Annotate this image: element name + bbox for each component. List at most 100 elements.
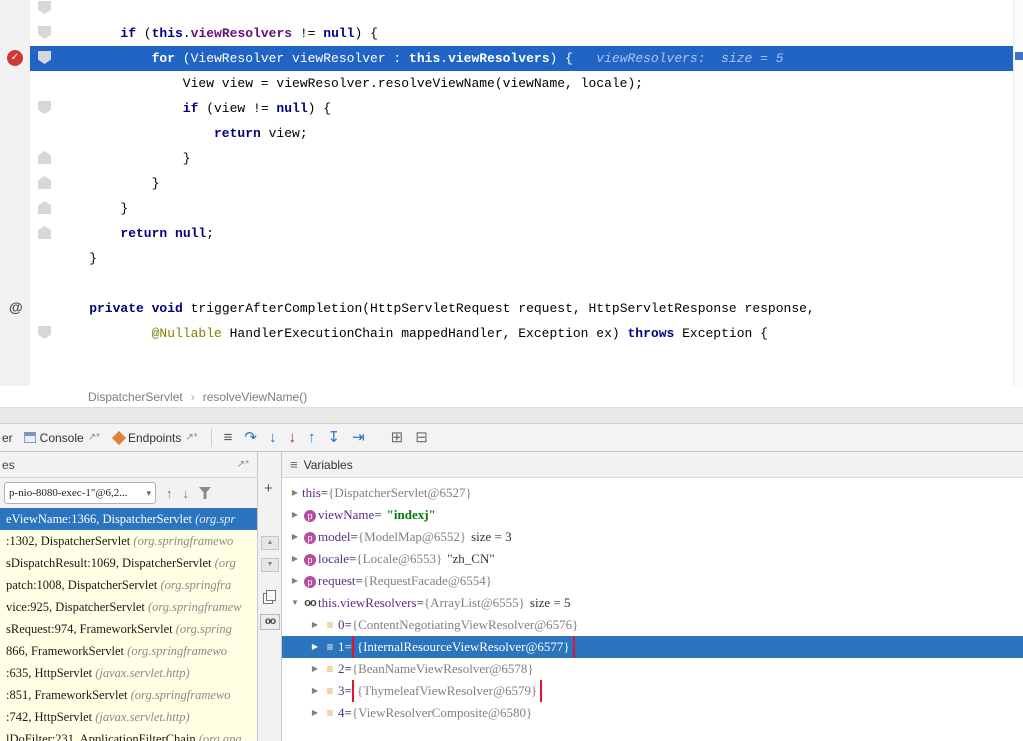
code-line-6[interactable]: }	[30, 146, 1013, 171]
editor-scrollbar[interactable]	[1013, 0, 1023, 386]
chevron-expanded-icon[interactable]: ▼	[288, 592, 302, 614]
variable-row[interactable]: ▶this = {DispatcherServlet@6527}	[282, 482, 1023, 504]
menu-icon[interactable]: ≡	[290, 457, 298, 472]
stack-frame-row[interactable]: lDoFilter:231, ApplicationFilterChain (o…	[0, 728, 257, 741]
variable-name: viewName	[318, 504, 374, 526]
code-scroll-area[interactable]: if (this.viewResolvers != null) {for (Vi…	[30, 0, 1013, 386]
variable-row[interactable]: ▶≡3 = {ThymeleafViewResolver@6579}	[282, 680, 1023, 702]
stack-frame-row[interactable]: patch:1008, DispatcherServlet (org.sprin…	[0, 574, 257, 596]
code-line-4[interactable]: if (view != null) {	[30, 96, 1013, 121]
code-line-7[interactable]: }	[30, 171, 1013, 196]
tab-endpoints[interactable]: Endpoints ↗*	[107, 424, 205, 451]
code-line-13[interactable]: @Nullable HandlerExecutionChain mappedHa…	[30, 321, 1013, 346]
chevron-collapsed-icon[interactable]: ▶	[308, 636, 322, 658]
chevron-collapsed-icon[interactable]: ▶	[308, 614, 322, 636]
stack-frame-row[interactable]: :851, FrameworkServlet (org.springframew…	[0, 684, 257, 706]
breakpoint-controls: ⊞⊟	[385, 430, 434, 445]
code-line-10[interactable]: }	[30, 246, 1013, 271]
stack-frame-row[interactable]: 866, FrameworkServlet (org.springframewo	[0, 640, 257, 662]
chevron-collapsed-icon[interactable]: ▶	[288, 570, 302, 592]
variable-value: {BeanNameViewResolver@6578}	[352, 658, 534, 680]
force-step-into-icon[interactable]: ↓	[288, 430, 296, 445]
code-line-9[interactable]: return null;	[30, 221, 1013, 246]
code-line-11[interactable]	[30, 271, 1013, 296]
stack-frame-row[interactable]: vice:925, DispatcherServlet (org.springf…	[0, 596, 257, 618]
step-out-icon[interactable]: ↑	[308, 430, 316, 445]
code-line-8[interactable]: }	[30, 196, 1013, 221]
code-line-2[interactable]: for (ViewResolver viewResolver : this.vi…	[30, 46, 1013, 71]
chevron-collapsed-icon[interactable]: ▶	[308, 702, 322, 724]
variable-extra-value: "zh_CN"	[447, 548, 494, 570]
stack-frame-row[interactable]: eViewName:1366, DispatcherServlet (org.s…	[0, 508, 257, 530]
thread-dropdown[interactable]: p-nio-8080-exec-1"@6,2... ▾	[4, 482, 156, 504]
frames-panel: es ↗* p-nio-8080-exec-1"@6,2... ▾ ↑ ↓ eV…	[0, 452, 258, 741]
scroll-down-icon[interactable]: ▼	[261, 558, 279, 572]
variable-name: model	[318, 526, 351, 548]
inline-watches-icon[interactable]: oo	[260, 614, 280, 630]
code-line-3[interactable]: View view = viewResolver.resolveViewName…	[30, 71, 1013, 96]
copy-stack-icon[interactable]	[263, 590, 276, 603]
menu-icon[interactable]: ≡	[224, 430, 233, 445]
chevron-collapsed-icon[interactable]: ▶	[288, 504, 302, 526]
frames-panel-header: es ↗*	[0, 452, 257, 478]
chevron-collapsed-icon[interactable]: ▶	[308, 658, 322, 680]
variable-row[interactable]: ▶pviewName = "indexj"	[282, 504, 1023, 526]
variable-extra-value: size = 3	[471, 526, 512, 548]
mute-breakpoints-icon[interactable]: ⊟	[415, 430, 428, 445]
variable-row[interactable]: ▶plocale = {Locale@6553}"zh_CN"	[282, 548, 1023, 570]
variable-value: {ArrayList@6555}	[424, 592, 525, 614]
previous-frame-icon[interactable]: ↑	[166, 486, 173, 501]
pin-icon[interactable]: ↗*	[237, 459, 249, 470]
filter-icon[interactable]	[199, 487, 211, 499]
chevron-collapsed-icon[interactable]: ▶	[308, 680, 322, 702]
thread-toolbar: p-nio-8080-exec-1"@6,2... ▾ ↑ ↓	[0, 478, 257, 508]
variable-value-annotated: {ThymeleafViewResolver@6579}	[352, 680, 542, 702]
code-line-5[interactable]: return view;	[30, 121, 1013, 146]
variable-row[interactable]: ▶≡4 = {ViewResolverComposite@6580}	[282, 702, 1023, 724]
variable-extra-value: "indexj"	[387, 504, 436, 526]
tab-jump-arrow-icon[interactable]: ↗*	[88, 432, 100, 443]
code-area[interactable]: if (this.viewResolvers != null) {for (Vi…	[30, 0, 1013, 386]
variable-row[interactable]: ▶prequest = {RequestFacade@6554}	[282, 570, 1023, 592]
breadcrumb-class[interactable]: DispatcherServlet	[88, 390, 183, 404]
stack-frame-row[interactable]: sDispatchResult:1069, DispatcherServlet …	[0, 552, 257, 574]
tab-console[interactable]: Console ↗*	[17, 424, 107, 451]
variable-row[interactable]: ▶≡1 = {InternalResourceViewResolver@6577…	[282, 636, 1023, 658]
run-to-cursor-icon[interactable]: ⇥	[352, 430, 365, 445]
stack-frame-row[interactable]: :742, HttpServlet (javax.servlet.http)	[0, 706, 257, 728]
code-line-12[interactable]: private void triggerAfterCompletion(Http…	[30, 296, 1013, 321]
variable-value: {DispatcherServlet@6527}	[328, 482, 472, 504]
gutter-bookmark-icon[interactable]	[38, 1, 51, 14]
variable-name: this	[302, 482, 321, 504]
chevron-collapsed-icon[interactable]: ▶	[288, 482, 302, 504]
array-element-icon: ≡	[322, 702, 338, 724]
chevron-collapsed-icon[interactable]: ▶	[288, 548, 302, 570]
breadcrumb: DispatcherServlet›resolveViewName()	[0, 386, 1023, 408]
variable-row[interactable]: ▼oothis.viewResolvers = {ArrayList@6555}…	[282, 592, 1023, 614]
bookmark-mnemonic-icon[interactable]: @	[9, 299, 23, 315]
code-line-1[interactable]: if (this.viewResolvers != null) {	[30, 21, 1013, 46]
variable-row[interactable]: ▶≡2 = {BeanNameViewResolver@6578}	[282, 658, 1023, 680]
add-watch-icon[interactable]: +	[264, 480, 273, 497]
stack-frame-row[interactable]: sRequest:974, FrameworkServlet (org.spri…	[0, 618, 257, 640]
chevron-collapsed-icon[interactable]: ▶	[288, 526, 302, 548]
step-into-icon[interactable]: ↓	[269, 430, 277, 445]
code-editor[interactable]: ✓ @ if (this.viewResolvers != null) {for …	[0, 0, 1023, 386]
variable-row[interactable]: ▶pmodel = {ModelMap@6552}size = 3	[282, 526, 1023, 548]
drop-frame-icon[interactable]: ↧	[327, 430, 340, 445]
tab-debugger-partial[interactable]: er	[0, 424, 17, 451]
stack-frame-row[interactable]: :635, HttpServlet (javax.servlet.http)	[0, 662, 257, 684]
breadcrumb-method[interactable]: resolveViewName()	[203, 390, 307, 404]
toolbar-separator	[211, 429, 212, 447]
breakpoint-verified-icon[interactable]: ✓	[7, 50, 23, 66]
parameter-icon: p	[302, 570, 318, 592]
array-element-icon: ≡	[322, 658, 338, 680]
variable-name: locale	[318, 548, 349, 570]
view-breakpoints-icon[interactable]: ⊞	[391, 430, 404, 445]
stack-frame-row[interactable]: :1302, DispatcherServlet (org.springfram…	[0, 530, 257, 552]
tab-jump-arrow-icon[interactable]: ↗*	[185, 432, 197, 443]
step-over-icon[interactable]: ↷	[244, 430, 257, 445]
next-frame-icon[interactable]: ↓	[183, 486, 190, 501]
variable-row[interactable]: ▶≡0 = {ContentNegotiatingViewResolver@65…	[282, 614, 1023, 636]
scroll-up-icon[interactable]: ▲	[261, 536, 279, 550]
